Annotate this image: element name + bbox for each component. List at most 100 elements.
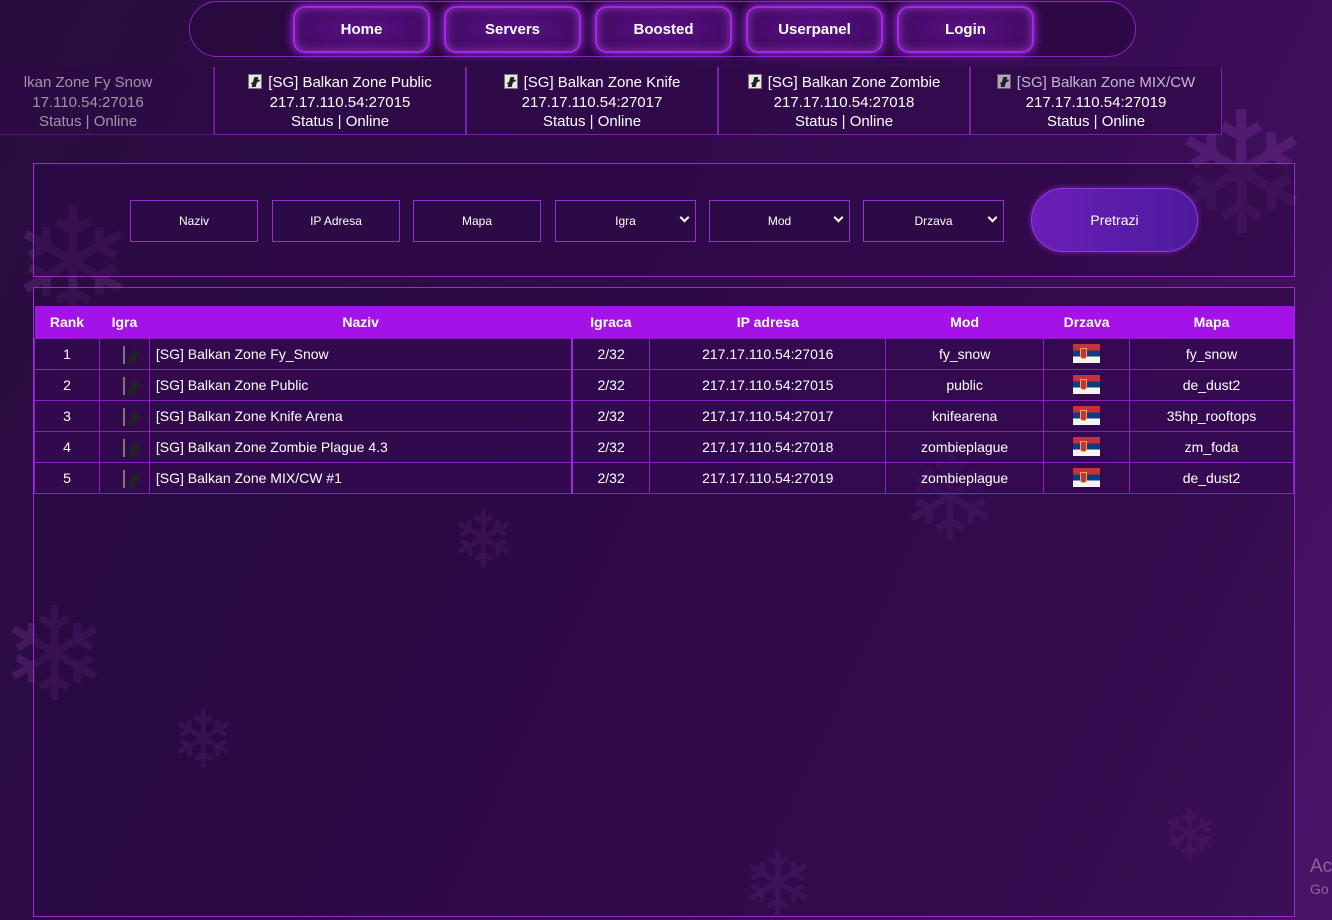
players-cell: 2/32 [571,399,651,432]
rank-cell: 3 [34,399,100,432]
server-name-link[interactable]: [SG] Balkan Zone MIX/CW #1 [148,461,573,494]
server-name-link[interactable]: [SG] Balkan Zone Knife Arena [148,399,573,432]
mod-cell: knifearena [885,399,1045,432]
mod-cell: fy_snow [885,337,1045,370]
serbia-flag-icon [1073,468,1101,487]
header-mapa[interactable]: Mapa [1129,306,1294,338]
server-table: Rank Igra Naziv Igraca IP adresa Mod Drz… [34,306,1294,494]
ip-cell: 217.17.110.54:27017 [649,399,887,432]
header-igra[interactable]: Igra [99,306,150,338]
ticker-server-name: [SG] Balkan Zone MIX/CW [1016,74,1196,91]
server-ticker: lkan Zone Fy Snow 17.110.54:27016 Status… [0,67,1332,135]
naziv-field-wrapper [130,200,258,242]
players-cell: 2/32 [571,461,651,494]
table-row[interactable]: 2 [SG] Balkan Zone Public 2/32 217.17.11… [34,368,1294,401]
table-row[interactable]: 5 [SG] Balkan Zone MIX/CW #1 2/32 217.17… [34,461,1294,494]
ticker-card[interactable]: [SG] Balkan Zone Zombie 217.17.110.54:27… [718,67,970,135]
ticker-server-name: [SG] Balkan Zone Zombie [767,74,941,91]
mod-select[interactable]: Mod [709,200,850,242]
ticker-card[interactable]: [SG] Balkan Zone Public 217.17.110.54:27… [214,67,466,135]
ip-field-wrapper [272,200,400,242]
serbia-flag-icon [1073,406,1101,425]
header-drzava[interactable]: Drzava [1043,306,1130,338]
counter-strike-icon [123,346,126,364]
search-panel: Igra Mod Drzava Pretrazi [33,163,1295,277]
players-cell: 2/32 [571,368,651,401]
rank-cell: 5 [34,461,100,494]
ticker-server-status: Status | Online [290,113,390,130]
server-name-link[interactable]: [SG] Balkan Zone Fy_Snow [148,337,573,370]
ticker-server-name: [SG] Balkan Zone Knife [523,74,681,91]
main-navigation: Home Servers Boosted Userpanel Login [189,1,1136,57]
mod-cell: zombieplague [885,461,1045,494]
nav-servers-button[interactable]: Servers [444,5,581,53]
map-cell: 35hp_rooftops [1129,399,1294,432]
players-cell: 2/32 [571,430,651,463]
map-cell: de_dust2 [1129,368,1294,401]
ticker-server-name: [SG] Balkan Zone Public [268,74,432,91]
counter-strike-icon [248,74,263,89]
header-mod[interactable]: Mod [885,306,1044,338]
nav-login-button[interactable]: Login [897,5,1034,53]
naziv-search-input[interactable] [131,201,257,241]
players-cell: 2/32 [571,337,651,370]
ticker-server-ip: 217.17.110.54:27019 [1025,93,1167,111]
rank-cell: 2 [34,368,100,401]
counter-strike-icon [123,470,126,488]
chevron-down-icon [987,212,998,223]
server-name-link[interactable]: [SG] Balkan Zone Zombie Plague 4.3 [148,430,573,463]
map-cell: de_dust2 [1129,461,1294,494]
rank-cell: 4 [34,430,100,463]
ip-cell: 217.17.110.54:27018 [649,430,887,463]
ticker-server-status: Status | Online [794,113,894,130]
counter-strike-icon [123,439,126,457]
ip-cell: 217.17.110.54:27015 [649,368,887,401]
server-name-link[interactable]: [SG] Balkan Zone Public [148,368,573,401]
counter-strike-icon [996,74,1011,89]
drzava-select[interactable]: Drzava [863,200,1004,242]
nav-home-button[interactable]: Home [293,5,430,53]
mapa-field-wrapper [413,200,541,242]
table-row[interactable]: 4 [SG] Balkan Zone Zombie Plague 4.3 2/3… [34,430,1294,463]
watermark-line-2: Go [1310,881,1329,897]
ip-cell: 217.17.110.54:27019 [649,461,887,494]
map-cell: fy_snow [1129,337,1294,370]
activation-watermark: Ac Go [1310,856,1332,900]
header-ip-adresa[interactable]: IP adresa [649,306,886,338]
nav-boosted-button[interactable]: Boosted [595,5,732,53]
mapa-search-input[interactable] [414,201,540,241]
drzava-select-label: Drzava [914,214,953,228]
table-row[interactable]: 3 [SG] Balkan Zone Knife Arena 2/32 217.… [34,399,1294,432]
server-list-panel: Rank Igra Naziv Igraca IP adresa Mod Drz… [33,287,1295,917]
mod-cell: zombieplague [885,430,1045,463]
search-button[interactable]: Pretrazi [1031,188,1198,252]
ip-cell: 217.17.110.54:27016 [649,337,887,370]
ticker-server-status: Status | Online [38,113,138,130]
ip-search-input[interactable] [273,201,399,241]
ticker-card[interactable]: [SG] Balkan Zone MIX/CW 217.17.110.54:27… [970,67,1222,135]
ticker-server-ip: 217.17.110.54:27018 [773,93,915,111]
header-igraca[interactable]: Igraca [571,306,650,338]
ticker-card[interactable]: lkan Zone Fy Snow 17.110.54:27016 Status… [0,67,214,135]
counter-strike-icon [503,74,518,89]
counter-strike-icon [747,74,762,89]
serbia-flag-icon [1073,375,1101,394]
serbia-flag-icon [1073,344,1101,363]
counter-strike-icon [123,408,126,426]
igra-select[interactable]: Igra [555,200,696,242]
watermark-line-1: Ac [1310,856,1332,877]
ticker-card[interactable]: [SG] Balkan Zone Knife 217.17.110.54:270… [466,67,718,135]
header-rank[interactable]: Rank [34,306,100,338]
ticker-server-ip: 17.110.54:27016 [32,93,144,111]
ticker-server-ip: 217.17.110.54:27017 [521,93,663,111]
nav-userpanel-button[interactable]: Userpanel [746,5,883,53]
chevron-down-icon [679,212,690,223]
chevron-down-icon [833,212,844,223]
ticker-server-ip: 217.17.110.54:27015 [269,93,411,111]
mod-cell: public [885,368,1045,401]
mod-select-label: Mod [767,214,792,228]
map-cell: zm_foda [1129,430,1294,463]
header-naziv[interactable]: Naziv [149,306,572,338]
table-row[interactable]: 1 [SG] Balkan Zone Fy_Snow 2/32 217.17.1… [34,337,1294,370]
rank-cell: 1 [34,337,100,370]
